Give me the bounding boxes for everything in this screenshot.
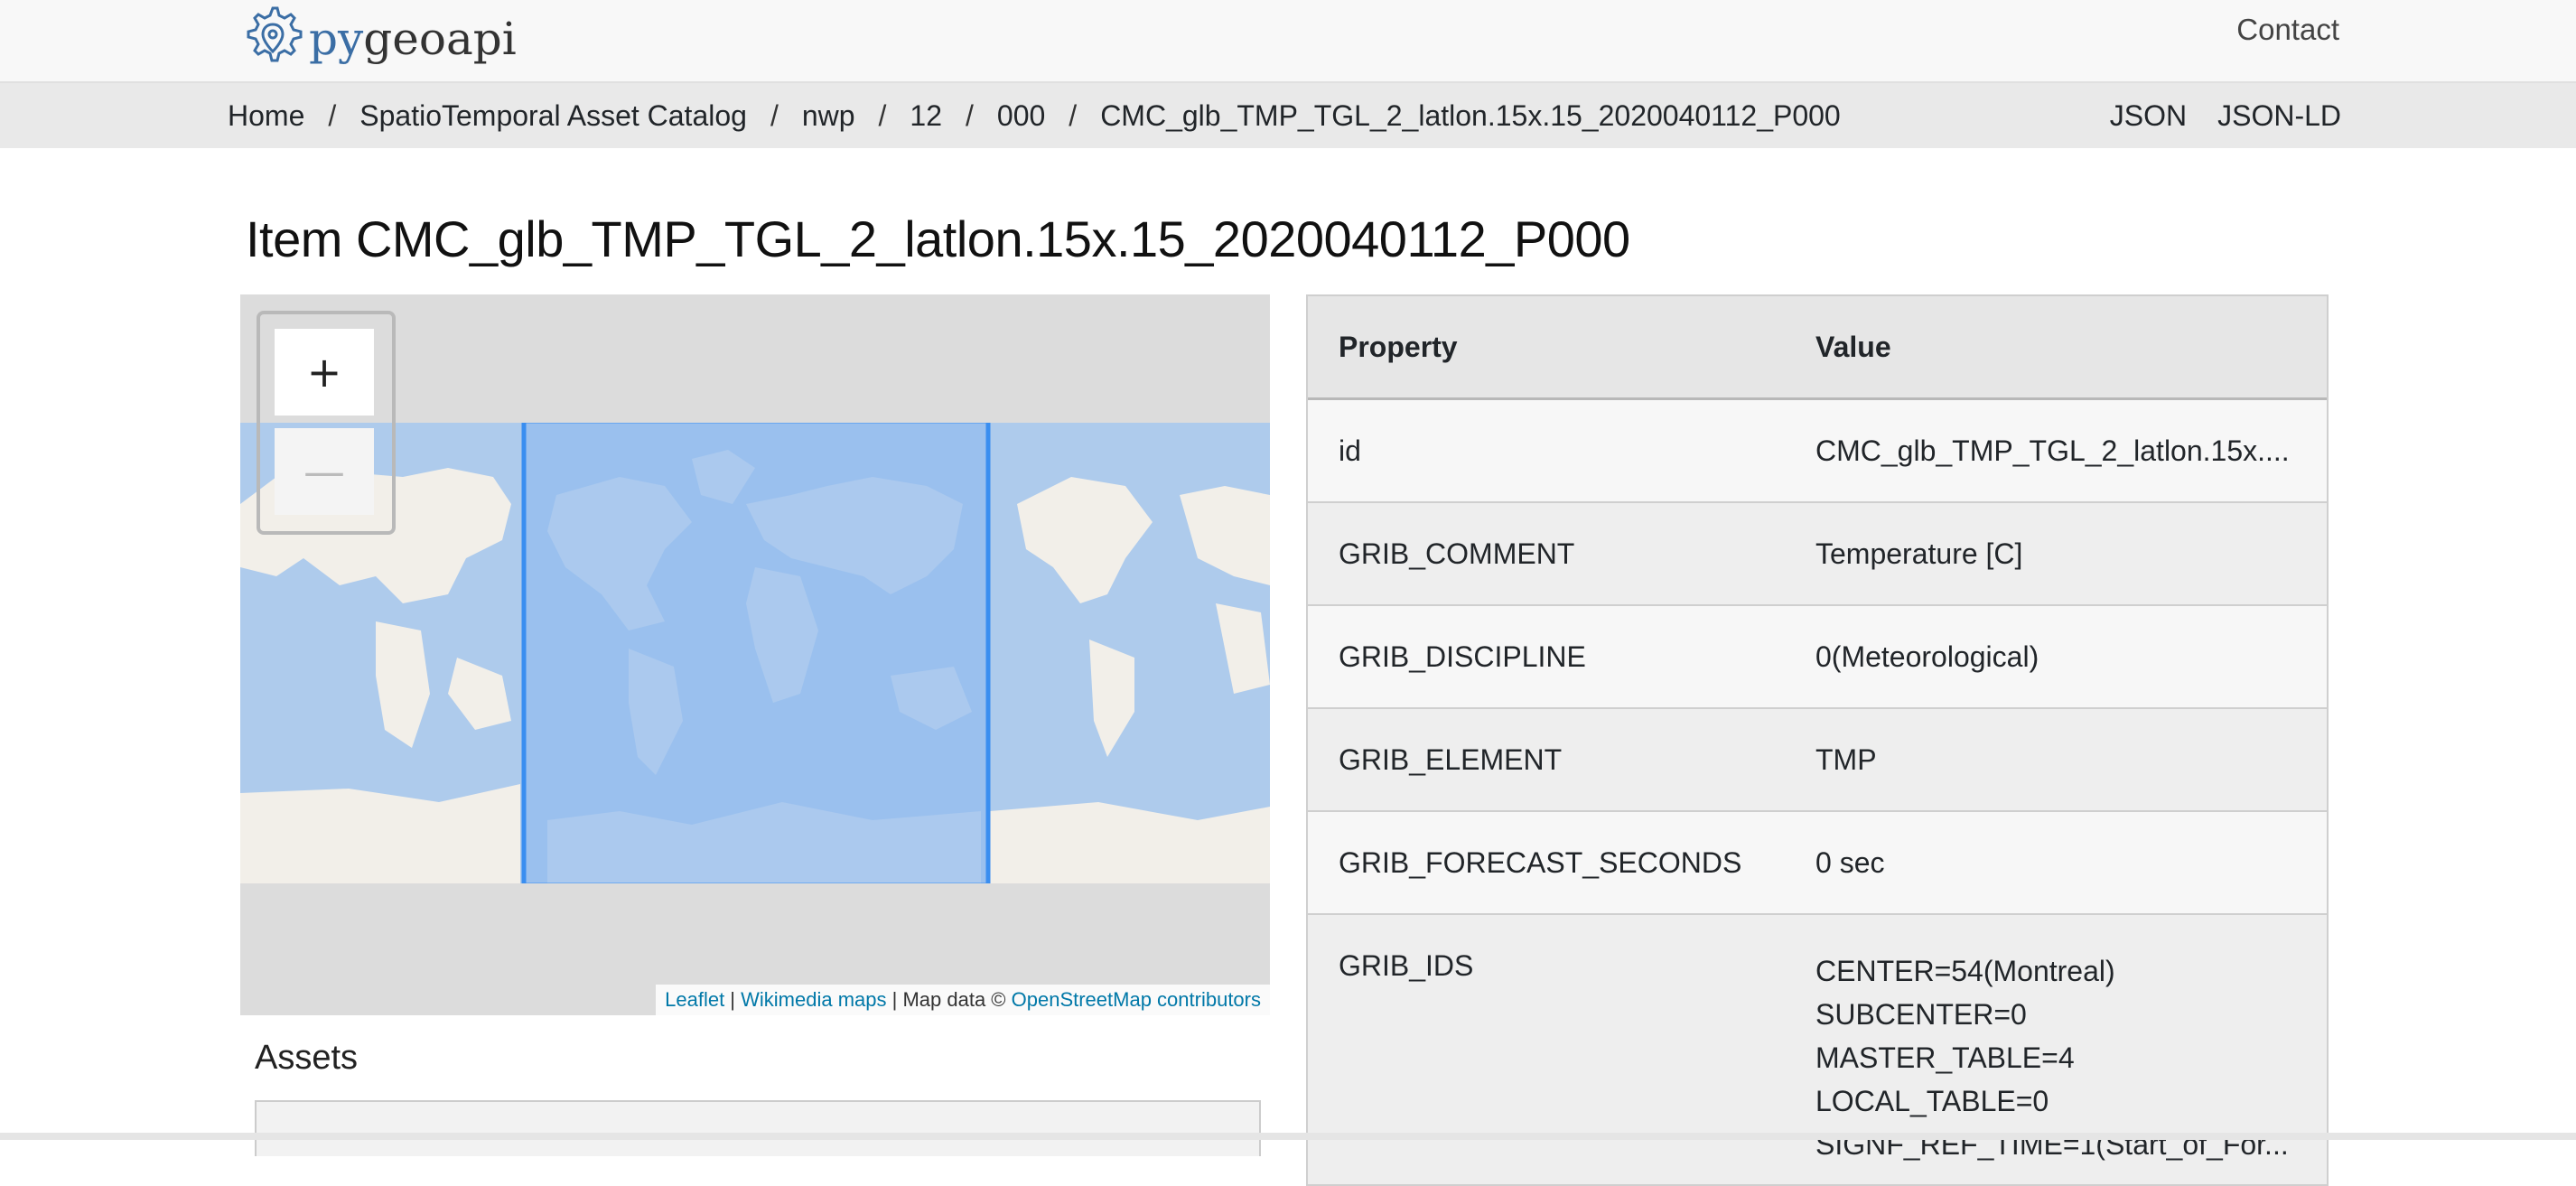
wikimedia-link[interactable]: Wikimedia maps <box>741 988 886 1011</box>
breadcrumb: Home / SpatioTemporal Asset Catalog / nw… <box>228 83 1841 148</box>
leaflet-map[interactable]: + — Leaflet | Wikimedia maps | Map data … <box>240 294 1270 1015</box>
assets-panel <box>255 1100 1261 1156</box>
gear-pin-icon <box>247 6 303 62</box>
breadcrumb-12[interactable]: 12 <box>910 99 942 133</box>
grib-id-line: LOCAL_TABLE=0 <box>1815 1085 2049 1117</box>
grib-id-line: CENTER=54(Montreal) <box>1815 955 2115 987</box>
property-column-header: Property <box>1339 330 1458 363</box>
zoom-in-button[interactable]: + <box>275 329 374 416</box>
breadcrumb-separator: / <box>966 98 974 132</box>
table-row: id CMC_glb_TMP_TGL_2_latlon.15x.... <box>1308 400 2327 503</box>
breadcrumb-stac[interactable]: SpatioTemporal Asset Catalog <box>359 99 747 133</box>
jsonld-link[interactable]: JSON-LD <box>2217 99 2341 133</box>
property-value: CMC_glb_TMP_TGL_2_latlon.15x.... <box>1815 434 2290 467</box>
map-attribution: Leaflet | Wikimedia maps | Map data © Op… <box>656 985 1270 1015</box>
property-key: GRIB_ELEMENT <box>1339 742 1563 776</box>
table-row: GRIB_COMMENT Temperature [C] <box>1308 503 2327 606</box>
zoom-out-button[interactable]: — <box>275 428 374 515</box>
breadcrumb-separator: / <box>1069 98 1078 132</box>
top-navbar: pygeoapi Contact <box>0 0 2576 83</box>
contact-link[interactable]: Contact <box>2236 13 2339 47</box>
breadcrumb-separator: / <box>328 98 337 132</box>
properties-table: Property Value id CMC_glb_TMP_TGL_2_latl… <box>1306 294 2329 1186</box>
table-row: GRIB_ELEMENT TMP <box>1308 709 2327 812</box>
pygeoapi-logo[interactable]: pygeoapi <box>237 0 517 78</box>
value-column-header: Value <box>1815 330 1891 363</box>
logo-text: pygeoapi <box>309 13 517 65</box>
property-value: TMP <box>1815 742 1877 776</box>
property-key: GRIB_IDS <box>1339 949 1474 982</box>
breadcrumb-home[interactable]: Home <box>228 99 304 133</box>
assets-heading: Assets <box>255 1039 359 1077</box>
breadcrumb-000[interactable]: 000 <box>997 99 1045 133</box>
attribution-sep: | <box>724 988 742 1011</box>
table-header-row: Property Value <box>1308 296 2327 400</box>
property-key: id <box>1339 434 1361 467</box>
grib-id-line: SIGNF_REF_TIME=1(Start_of_For... <box>1815 1128 2289 1161</box>
osm-link[interactable]: OpenStreetMap contributors <box>1012 988 1261 1011</box>
grib-id-line: MASTER_TABLE=4 <box>1815 1041 2075 1074</box>
breadcrumb-bar: Home / SpatioTemporal Asset Catalog / nw… <box>0 83 2576 148</box>
property-key: GRIB_FORECAST_SECONDS <box>1339 845 1742 879</box>
property-value: 0(Meteorological) <box>1815 640 2039 673</box>
property-value: 0 sec <box>1815 845 1885 879</box>
format-links: JSON JSON-LD <box>2110 83 2341 148</box>
zoom-control: + — <box>257 311 396 535</box>
json-link[interactable]: JSON <box>2110 99 2187 133</box>
breadcrumb-separator: / <box>770 98 779 132</box>
breadcrumb-nwp[interactable]: nwp <box>802 99 855 133</box>
property-key: GRIB_DISCIPLINE <box>1339 640 1586 673</box>
page-title: Item CMC_glb_TMP_TGL_2_latlon.15x.15_202… <box>246 210 1630 267</box>
table-row: GRIB_DISCIPLINE 0(Meteorological) <box>1308 606 2327 709</box>
table-row: GRIB_FORECAST_SECONDS 0 sec <box>1308 812 2327 915</box>
breadcrumb-separator: / <box>878 98 887 132</box>
table-row: GRIB_IDS CENTER=54(Montreal) SUBCENTER=0… <box>1308 915 2327 1186</box>
attribution-mapdata: | Map data © <box>886 988 1012 1011</box>
property-key: GRIB_COMMENT <box>1339 537 1575 570</box>
property-value: Temperature [C] <box>1815 537 2023 570</box>
breadcrumb-current-item[interactable]: CMC_glb_TMP_TGL_2_latlon.15x.15_20200401… <box>1100 99 1841 133</box>
bottom-edge <box>0 1133 2576 1140</box>
leaflet-link[interactable]: Leaflet <box>665 988 724 1011</box>
grib-id-line: SUBCENTER=0 <box>1815 998 2027 1031</box>
